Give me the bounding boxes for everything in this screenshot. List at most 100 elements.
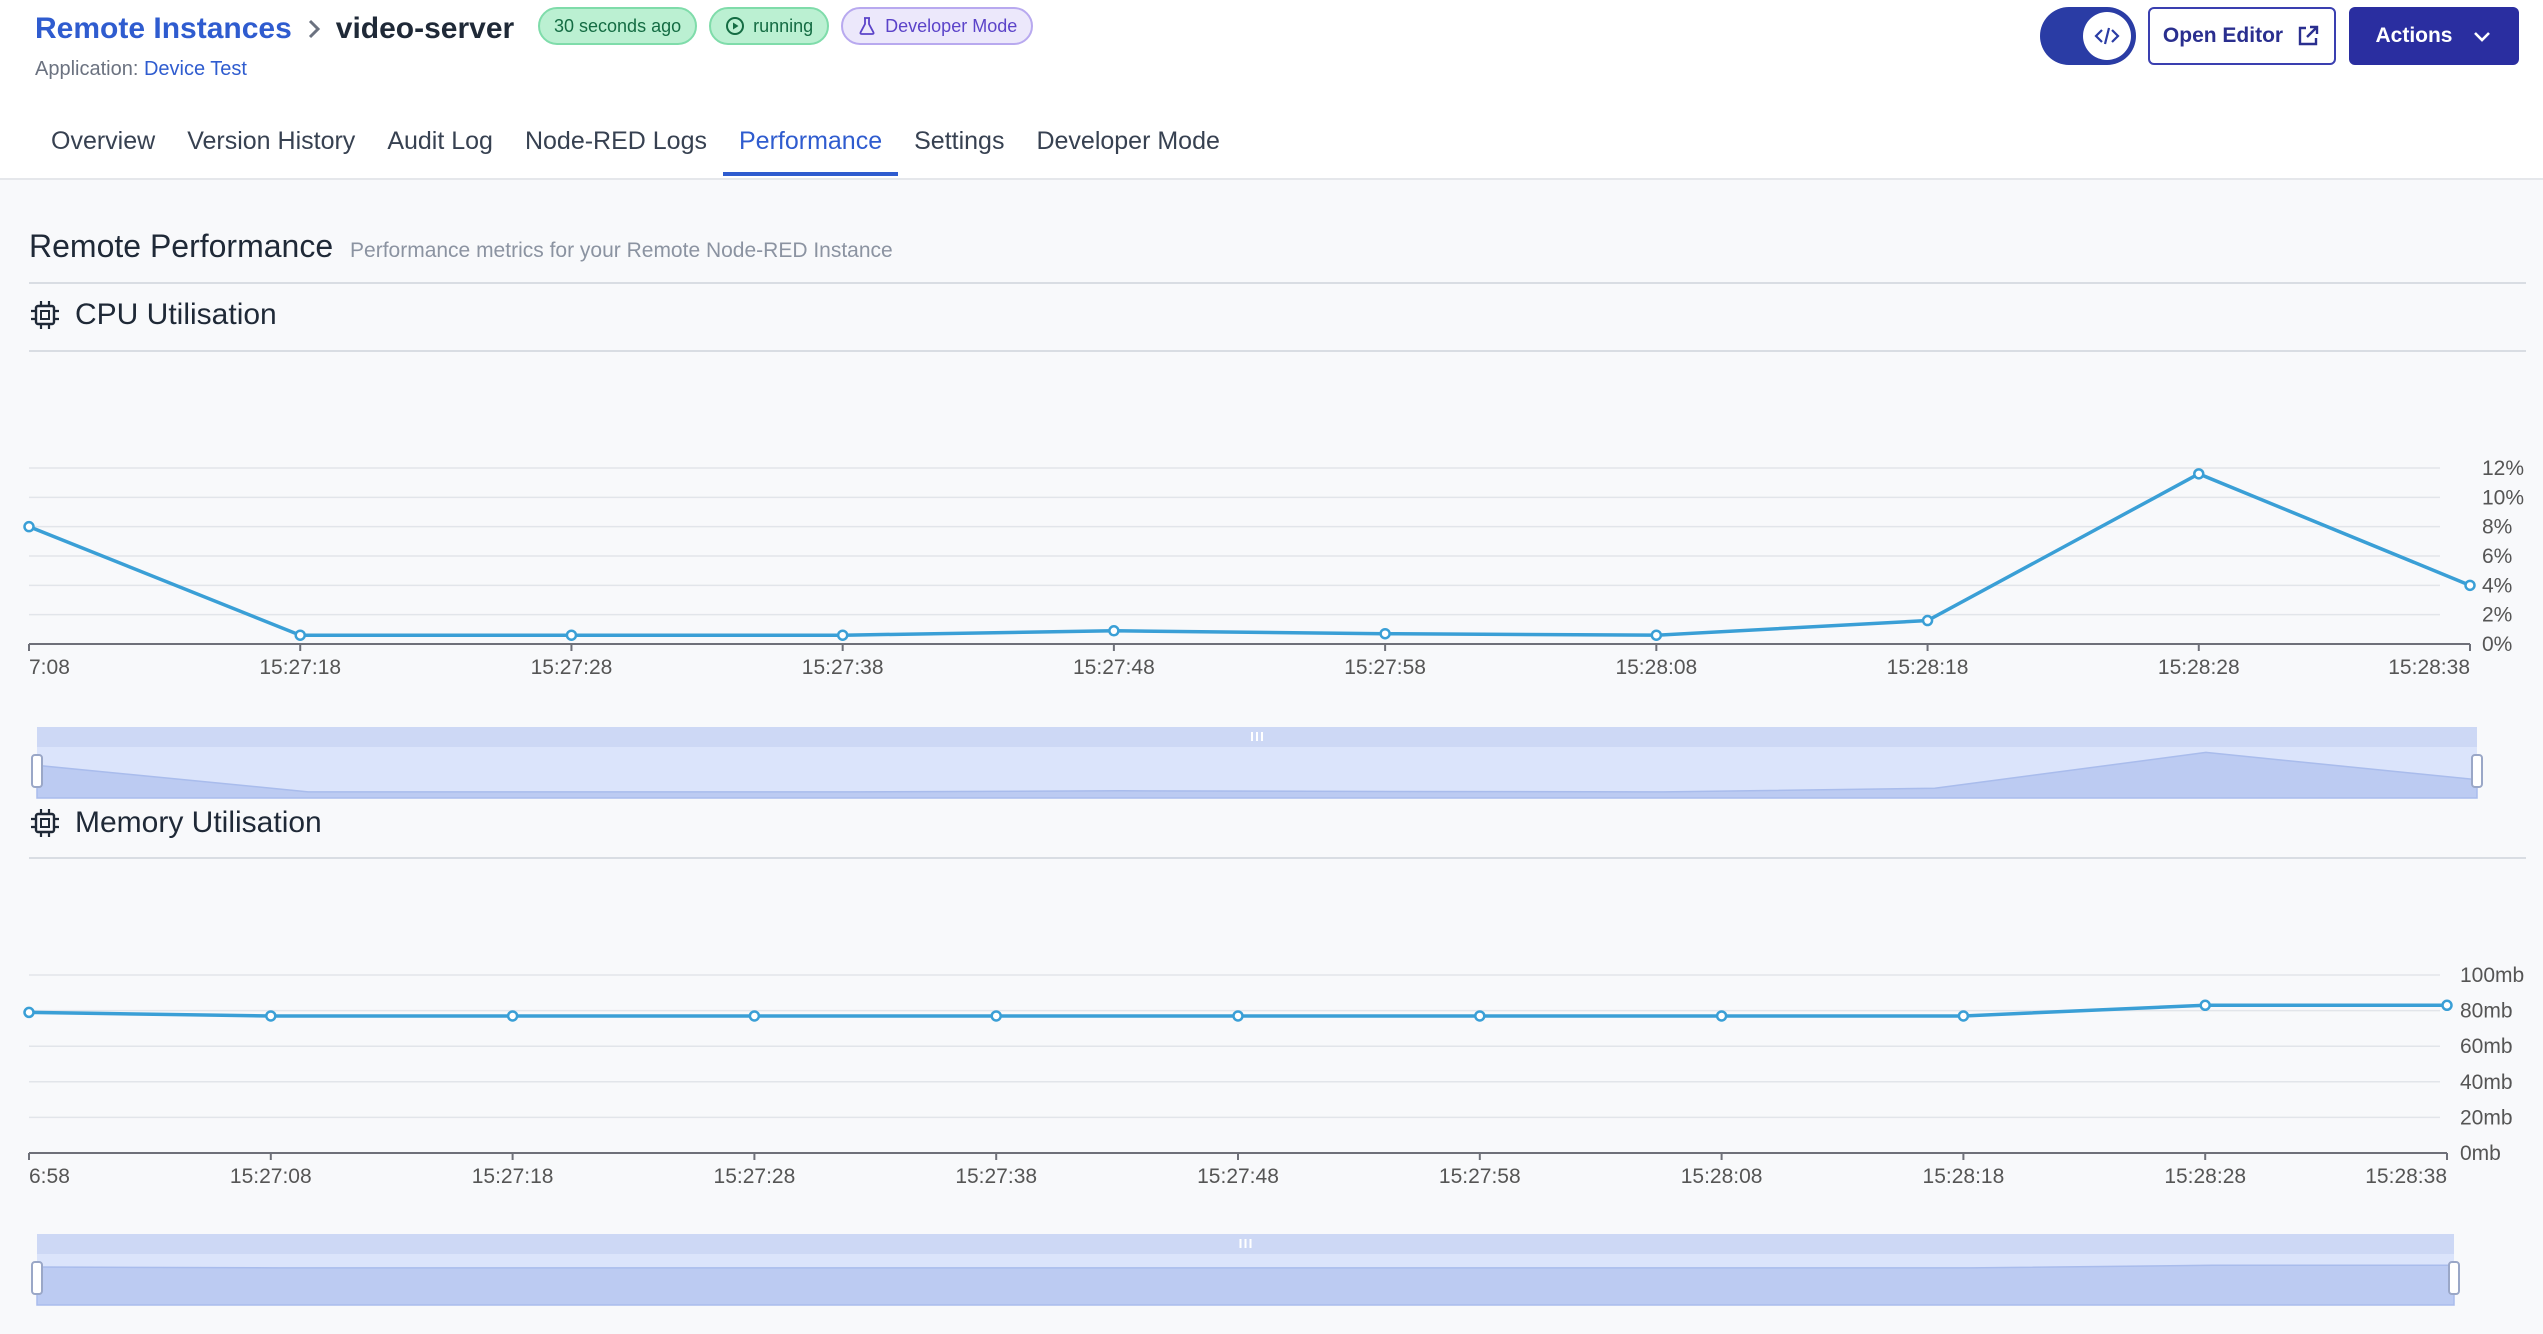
cpu-x-tick-label: 15:27:38 <box>802 656 884 679</box>
memory-zoom-handle[interactable] <box>31 1261 43 1295</box>
tab-developer-mode[interactable]: Developer Mode <box>1020 118 1235 176</box>
cpu-y-tick-label: 4% <box>2482 574 2512 597</box>
memory-data-point[interactable] <box>23 1006 35 1019</box>
cpu-x-tick-label: 15:27:58 <box>1344 656 1426 679</box>
memory-x-tick-label: 15:27:38 <box>955 1165 1037 1188</box>
memory-y-tick-label: 100mb <box>2460 964 2524 987</box>
memory-y-tick-label: 60mb <box>2460 1035 2513 1058</box>
cpu-x-tick-label: 15:27:18 <box>259 656 341 679</box>
cpu-y-tick-label: 2% <box>2482 604 2512 627</box>
memory-y-tick-label: 0mb <box>2460 1142 2501 1165</box>
breadcrumb-parent-link[interactable]: Remote Instances <box>35 12 292 46</box>
status-label: running <box>753 15 814 36</box>
chip-icon <box>31 301 59 329</box>
section-title: Remote Performance <box>29 228 334 264</box>
developer-mode-toggle[interactable] <box>2040 7 2136 65</box>
tab-settings[interactable]: Settings <box>898 118 1020 176</box>
memory-y-tick-label: 20mb <box>2460 1106 2513 1129</box>
cpu-data-point[interactable] <box>1650 629 1663 641</box>
beaker-icon <box>859 17 875 35</box>
memory-data-point[interactable] <box>1957 1010 1970 1022</box>
cpu-y-tick-label: 0% <box>2482 633 2512 656</box>
memory-data-point[interactable] <box>265 1010 277 1022</box>
tab-bar: Overview Version History Audit Log Node-… <box>35 118 1236 178</box>
cpu-x-tick-label: 15:27:48 <box>1073 656 1155 679</box>
developer-mode-label: Developer Mode <box>885 15 1018 36</box>
cpu-utilisation-chart[interactable]: 0% 2% 4% 6% 8% 10% 12% 7:08 15:27:18 15:27:28 15:2… <box>0 360 2543 810</box>
application-line: Application: Device Test <box>35 58 247 81</box>
memory-data-point[interactable] <box>1232 1010 1244 1022</box>
cpu-data-point[interactable] <box>294 629 306 641</box>
cpu-x-tick-label: 15:28:18 <box>1887 656 1969 679</box>
cpu-chart-header: CPU Utilisation <box>29 298 277 332</box>
status-badge: running <box>709 7 830 45</box>
tab-audit-log[interactable]: Audit Log <box>371 118 509 176</box>
chip-icon <box>31 809 59 837</box>
section-subtitle: Performance metrics for your Remote Node… <box>350 239 893 262</box>
tab-performance[interactable]: Performance <box>722 118 899 176</box>
divider <box>29 282 2526 284</box>
memory-y-tick-label: 80mb <box>2460 1000 2513 1023</box>
memory-x-tick-label: 15:27:28 <box>714 1165 796 1188</box>
cpu-chart-title: CPU Utilisation <box>75 298 277 331</box>
memory-x-tick-label: 15:27:48 <box>1197 1165 1279 1188</box>
section-header: Remote Performance Performance metrics f… <box>29 228 893 265</box>
memory-data-point[interactable] <box>2441 999 2453 1012</box>
memory-zoom-handle[interactable] <box>2448 1261 2460 1295</box>
last-seen-label: 30 seconds ago <box>554 15 682 36</box>
cpu-y-tick-label: 12% <box>2482 457 2524 480</box>
open-editor-button[interactable]: Open Editor <box>2148 7 2336 65</box>
cpu-x-tick-label: 15:27:28 <box>531 656 613 679</box>
memory-data-point[interactable] <box>748 1010 761 1022</box>
cpu-data-point[interactable] <box>23 520 35 533</box>
breadcrumb: Remote Instances video-server <box>35 8 514 50</box>
actions-button[interactable]: Actions <box>2349 7 2519 65</box>
cpu-x-tick-label: 15:28:28 <box>2158 656 2240 679</box>
divider <box>29 350 2526 352</box>
memory-data-point[interactable] <box>2199 999 2211 1012</box>
memory-utilisation-chart[interactable]: 0mb 20mb 40mb 60mb 80mb 100mb 6:58 15:27:08 15:2… <box>0 867 2543 1334</box>
developer-mode-badge: Developer Mode <box>841 7 1034 45</box>
memory-data-point[interactable] <box>990 1010 1002 1022</box>
cpu-data-point[interactable] <box>565 629 578 641</box>
cpu-data-point[interactable] <box>2193 468 2205 480</box>
memory-x-tick-label: 15:27:58 <box>1439 1165 1521 1188</box>
last-seen-badge: 30 seconds ago <box>538 7 698 45</box>
memory-data-point[interactable] <box>1715 1010 1728 1022</box>
memory-x-tick-label: 15:27:08 <box>230 1165 312 1188</box>
tab-node-red-logs[interactable]: Node-RED Logs <box>509 118 723 176</box>
cpu-data-point[interactable] <box>836 629 849 641</box>
cpu-zoom-handle[interactable] <box>2471 754 2483 788</box>
memory-x-tick-label: 6:58 <box>29 1165 70 1188</box>
memory-x-tick-label: 15:28:28 <box>2164 1165 2246 1188</box>
page-title: video-server <box>335 12 515 45</box>
cpu-x-tick-label: 15:28:38 <box>2388 656 2470 679</box>
memory-data-point[interactable] <box>506 1010 519 1022</box>
cpu-x-tick-label: 7:08 <box>29 656 70 679</box>
memory-chart-header: Memory Utilisation <box>29 806 322 840</box>
page-header: Remote Instances video-server 30 seconds… <box>0 0 2543 180</box>
code-icon <box>2094 27 2120 45</box>
memory-x-tick-label: 15:27:18 <box>472 1165 554 1188</box>
tab-version-history[interactable]: Version History <box>171 118 371 176</box>
cpu-data-point[interactable] <box>2464 579 2476 592</box>
memory-x-tick-label: 15:28:18 <box>1923 1165 2005 1188</box>
external-link-icon <box>2298 25 2319 46</box>
cpu-y-tick-label: 8% <box>2482 516 2512 539</box>
open-editor-label: Open Editor <box>2162 24 2284 47</box>
cpu-data-point[interactable] <box>1108 625 1120 637</box>
cpu-y-tick-label: 10% <box>2482 486 2524 509</box>
memory-zoom-preview-area <box>36 1264 2455 1306</box>
cpu-zoom-handle[interactable] <box>31 754 43 788</box>
cpu-data-point[interactable] <box>1921 614 1934 627</box>
tab-overview[interactable]: Overview <box>35 118 171 176</box>
chevron-down-icon <box>2473 32 2490 42</box>
memory-x-tick-label: 15:28:08 <box>1681 1165 1763 1188</box>
play-circle-icon <box>726 17 745 35</box>
cpu-x-tick-label: 15:28:08 <box>1615 656 1697 679</box>
cpu-data-point[interactable] <box>1379 627 1391 640</box>
memory-data-point[interactable] <box>1474 1010 1486 1022</box>
actions-label: Actions <box>2375 24 2453 47</box>
application-link[interactable]: Device Test <box>144 58 247 80</box>
divider <box>29 857 2526 859</box>
